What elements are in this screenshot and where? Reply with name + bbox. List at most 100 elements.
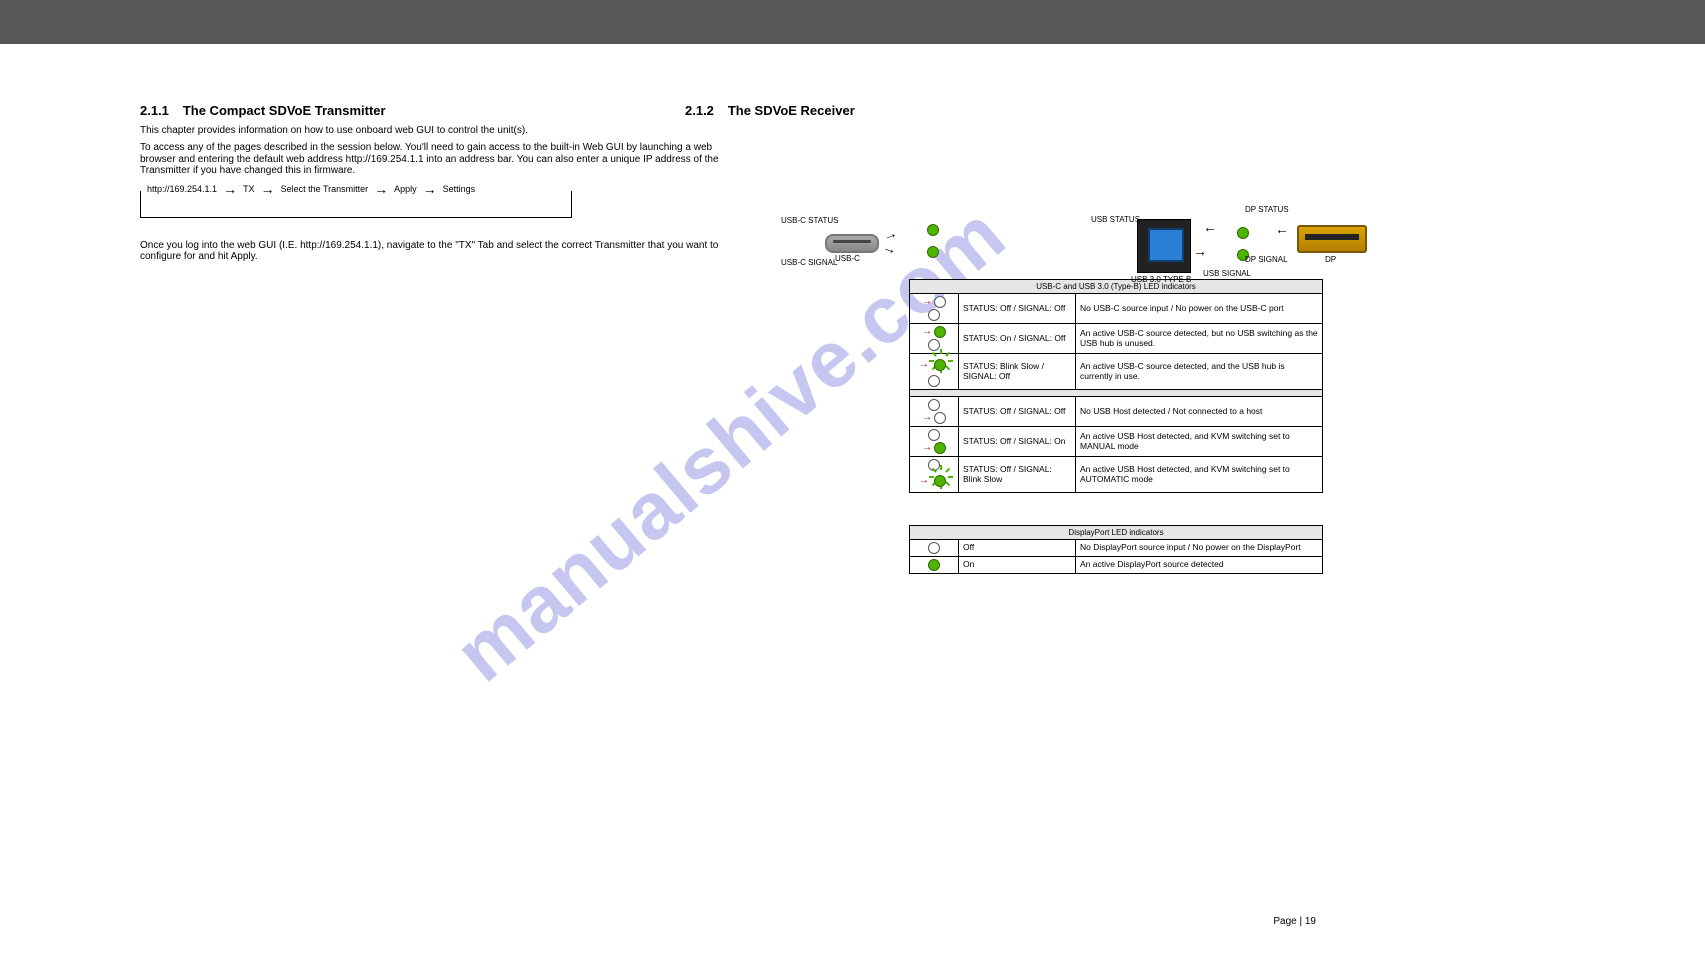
led-off-icon xyxy=(928,429,940,441)
state-cell: STATUS: Off / SIGNAL: On xyxy=(959,427,1076,457)
table-row: Off No DisplayPort source input / No pow… xyxy=(910,540,1323,557)
label: DP xyxy=(1325,255,1336,264)
icon-cell: → xyxy=(910,427,959,457)
icon-cell: → xyxy=(910,397,959,427)
arrow-icon: → xyxy=(881,238,900,258)
icon-cell xyxy=(910,540,959,557)
arrow-right-icon: → xyxy=(374,181,388,197)
desc-cell: An active USB Host detected, and KVM swi… xyxy=(1076,457,1323,493)
desc-cell: An active USB-C source detected, and the… xyxy=(1076,354,1323,390)
desc-cell: No USB Host detected / Not connected to … xyxy=(1076,397,1323,427)
arrow-icon: ← xyxy=(1275,221,1289,237)
state-cell: STATUS: Blink Slow / SIGNAL: Off xyxy=(959,354,1076,390)
flow-step: Settings xyxy=(437,184,482,194)
led-icon xyxy=(927,246,939,258)
label: USB-C SIGNAL xyxy=(781,258,837,267)
led-off-icon xyxy=(928,339,940,351)
desc-cell: An active DisplayPort source detected xyxy=(1076,557,1323,574)
state-cell: STATUS: Off / SIGNAL: Off xyxy=(959,294,1076,324)
right-column: 2.1.2 The SDVoE Receiver USB-C STATUS US… xyxy=(685,104,1345,574)
table-row: → STATUS: Off / SIGNAL: On An active USB… xyxy=(910,427,1323,457)
led-indicator-table-dp: DisplayPort LED indicators Off No Displa… xyxy=(909,525,1323,574)
led-on-icon xyxy=(934,442,946,454)
arrow-indicator-icon: → xyxy=(919,475,929,487)
desc-cell: An active USB Host detected, and KVM swi… xyxy=(1076,427,1323,457)
state-cell: On xyxy=(959,557,1076,574)
top-bar xyxy=(0,0,1705,44)
arrow-right-icon: → xyxy=(423,181,437,197)
desc-cell: An active USB-C source detected, but no … xyxy=(1076,324,1323,354)
manual-page: manualshive.com 2.1.1 The Compact SDVoE … xyxy=(0,44,1456,957)
led-off-icon xyxy=(928,542,940,554)
led-indicator-table-usb: USB-C and USB 3.0 (Type-B) LED indicator… xyxy=(909,279,1323,493)
arrow-indicator-icon: → xyxy=(922,412,932,424)
arrow-right-icon: → xyxy=(223,181,237,197)
label: USB-C STATUS xyxy=(781,216,838,225)
section-title: The SDVoE Receiver xyxy=(728,103,855,118)
label: USB STATUS xyxy=(1091,215,1140,224)
icon-cell: → xyxy=(910,457,959,493)
table-header: USB-C and USB 3.0 (Type-B) LED indicator… xyxy=(910,279,1323,293)
page-number: Page | 19 xyxy=(1273,916,1316,928)
arrow-right-icon: → xyxy=(261,181,275,197)
arrow-indicator-icon: → xyxy=(922,326,932,338)
label: USB 3.0 TYPE B xyxy=(1131,275,1191,284)
led-flash-icon xyxy=(931,472,949,490)
led-off-icon xyxy=(928,309,940,321)
flow-diagram: http://169.254.1.1 → TX → Select the Tra… xyxy=(140,191,572,218)
desc-cell: No USB-C source input / No power on the … xyxy=(1076,294,1323,324)
led-flash-icon xyxy=(931,356,949,374)
arrow-icon: → xyxy=(1193,243,1207,259)
usb-c-icon xyxy=(825,234,879,253)
state-cell: STATUS: Off / SIGNAL: Blink Slow xyxy=(959,457,1076,493)
state-cell: STATUS: On / SIGNAL: Off xyxy=(959,324,1076,354)
arrow-indicator-icon: → xyxy=(919,359,929,371)
state-cell: Off xyxy=(959,540,1076,557)
flow-step: http://169.254.1.1 xyxy=(141,184,223,194)
state-cell: STATUS: Off / SIGNAL: Off xyxy=(959,397,1076,427)
paragraph: To access any of the pages described in … xyxy=(140,142,750,177)
usb-b-connector: USB STATUS USB SIGNAL USB 3.0 TYPE B ← → xyxy=(1137,219,1191,273)
led-on-icon xyxy=(934,326,946,338)
table-row: → STATUS: Off / SIGNAL: Off No USB-C sou… xyxy=(910,294,1323,324)
led-icon xyxy=(1237,227,1249,239)
led-icon xyxy=(927,224,939,236)
table-row: → STATUS: On / SIGNAL: Off An active USB… xyxy=(910,324,1323,354)
led-off-icon xyxy=(928,399,940,411)
led-off-icon xyxy=(934,296,946,308)
table-row: → STATUS: Blink Slow / SIGNAL: Off An ac… xyxy=(910,354,1323,390)
usb-c-connector: USB-C STATUS USB-C SIGNAL USB-C → → xyxy=(825,234,879,253)
label: DP SIGNAL xyxy=(1245,255,1288,264)
connector-diagram: USB-C STATUS USB-C SIGNAL USB-C → → USB … xyxy=(685,119,1345,279)
flow-step: TX xyxy=(237,184,261,194)
flow-step: Select the Transmitter xyxy=(275,184,375,194)
flow-items: http://169.254.1.1 → TX → Select the Tra… xyxy=(141,181,571,197)
label: DP STATUS xyxy=(1245,205,1289,214)
section-title: The Compact SDVoE Transmitter xyxy=(183,103,386,118)
arrow-indicator-icon: → xyxy=(922,296,932,308)
usb-b-icon xyxy=(1137,219,1191,273)
desc-cell: No DisplayPort source input / No power o… xyxy=(1076,540,1323,557)
table-row: On An active DisplayPort source detected xyxy=(910,557,1323,574)
led-off-icon xyxy=(934,412,946,424)
displayport-icon xyxy=(1297,225,1367,253)
table-row: → STATUS: Off / SIGNAL: Off No USB Host … xyxy=(910,397,1323,427)
led-off-icon xyxy=(928,375,940,387)
icon-cell: → xyxy=(910,294,959,324)
icon-cell xyxy=(910,557,959,574)
section-number: 2.1.1 xyxy=(140,103,169,118)
table-header: DisplayPort LED indicators xyxy=(910,526,1323,540)
label: USB-C xyxy=(835,254,860,263)
led-on-icon xyxy=(928,559,940,571)
arrow-indicator-icon: → xyxy=(922,442,932,454)
paragraph: Once you log into the web GUI (I.E. http… xyxy=(140,240,750,263)
section-heading: 2.1.2 The SDVoE Receiver xyxy=(685,104,1345,119)
paragraph: This chapter provides information on how… xyxy=(140,125,750,137)
icon-cell: → xyxy=(910,354,959,390)
left-column: 2.1.1 The Compact SDVoE Transmitter This… xyxy=(140,104,760,263)
dp-connector: DP STATUS DP SIGNAL DP ← xyxy=(1297,225,1367,253)
flow-step: Apply xyxy=(388,184,423,194)
icon-cell: → xyxy=(910,324,959,354)
label: USB SIGNAL xyxy=(1203,269,1251,278)
section-number: 2.1.2 xyxy=(685,103,714,118)
